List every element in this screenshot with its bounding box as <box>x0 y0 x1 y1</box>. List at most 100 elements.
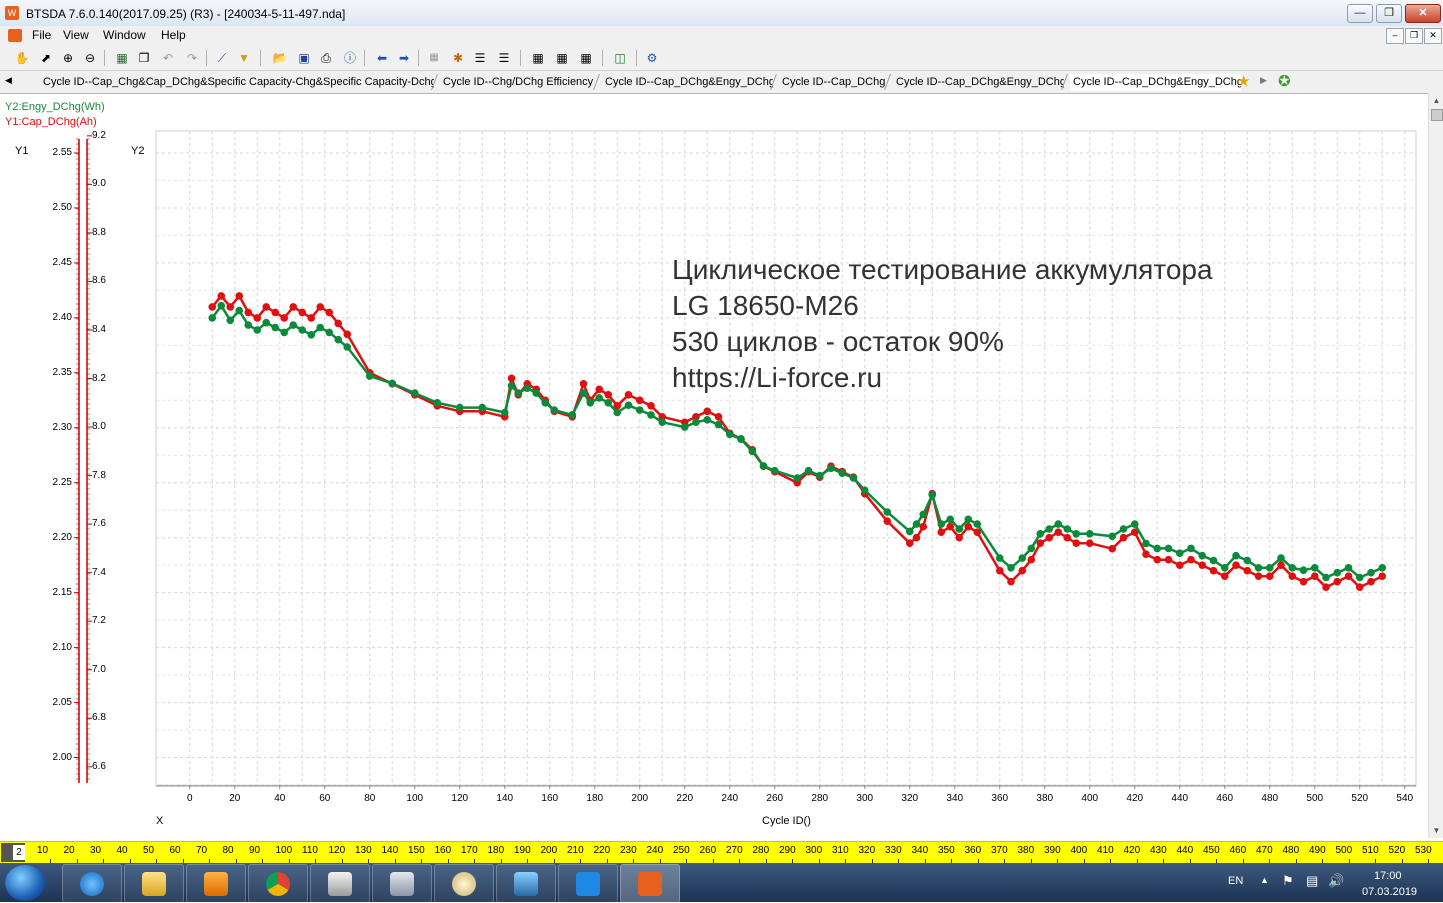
mdi-minimize-button[interactable]: – <box>1386 28 1404 44</box>
data-point-energy <box>388 379 397 388</box>
taskbar-explorer[interactable] <box>124 864 184 903</box>
reset-icon[interactable]: ▦ <box>114 50 130 66</box>
save-icon[interactable]: ▣ <box>296 50 312 66</box>
clock-time[interactable]: 17:00 <box>1374 870 1402 882</box>
tab-scroll-left-icon[interactable]: ◀ <box>5 75 12 86</box>
toolbar-separator <box>602 50 603 66</box>
arrow-right-icon[interactable]: ➡ <box>396 50 412 66</box>
vertical-scrollbar[interactable]: ▲ ▼ <box>1428 93 1443 838</box>
taskbar-ie[interactable] <box>62 864 122 903</box>
pointer-icon[interactable]: ⬈ <box>38 50 54 66</box>
redo-icon[interactable]: ↷ <box>184 50 200 66</box>
tab-cap-engy-3[interactable]: Cycle ID--Cap_DChg&Engy_DChg <box>1070 74 1241 91</box>
taskbar-calculator[interactable] <box>372 864 432 903</box>
menu-window[interactable]: Window <box>103 28 146 42</box>
line-icon[interactable]: ⟋ <box>214 50 230 66</box>
taskbar-paint[interactable] <box>434 864 494 903</box>
tab-efficiency[interactable]: Cycle ID--Chg/DChg Efficiency <box>440 74 596 91</box>
mdi-restore-button[interactable]: ❐ <box>1405 28 1423 44</box>
taskbar-chrome[interactable] <box>248 864 308 903</box>
language-indicator[interactable]: EN <box>1228 875 1243 887</box>
marker-icon[interactable]: ✱ <box>450 50 466 66</box>
data-point-energy <box>1299 566 1308 574</box>
scroll-thumb[interactable] <box>1431 109 1443 121</box>
undo-icon[interactable]: ↶ <box>160 50 176 66</box>
x-tick-label: 80 <box>364 793 376 804</box>
tab-cap-chg-dchg-specific[interactable]: Cycle ID--Cap_Chg&Cap_DChg&Specific Capa… <box>40 74 434 91</box>
flag-icon[interactable]: ⚑ <box>1282 873 1294 889</box>
ruler-label: 250 <box>673 845 690 856</box>
maximize-button[interactable]: ❐ <box>1376 4 1402 23</box>
data-point-energy <box>793 474 802 482</box>
taskbar-box-app[interactable] <box>310 864 370 903</box>
zoom-out-icon[interactable]: ⊖ <box>82 50 98 66</box>
media-icon <box>204 872 228 896</box>
scroll-up-icon[interactable]: ▲ <box>1429 93 1443 108</box>
mdi-close-button[interactable]: ✕ <box>1424 28 1442 44</box>
data-point-energy <box>912 520 921 528</box>
tab-cap-dchg[interactable]: Cycle ID--Cap_DChg <box>779 74 887 91</box>
taskbar-bts-client[interactable] <box>558 864 618 903</box>
star-icon[interactable]: ★ <box>1237 72 1250 90</box>
grid-icon[interactable]: ▦ <box>554 50 570 66</box>
data-point-capacity <box>647 402 655 410</box>
copy-icon[interactable]: ❐ <box>136 50 152 66</box>
arrow-left-icon[interactable]: ⬅ <box>374 50 390 66</box>
data-point-capacity <box>1254 572 1263 580</box>
ie-icon <box>80 872 104 896</box>
y2-tick-label: 7.6 <box>92 518 106 530</box>
network-icon[interactable]: ▤ <box>1306 873 1318 889</box>
add-tab-icon[interactable]: ✪ <box>1278 72 1291 90</box>
volume-icon[interactable]: 🔊 <box>1328 873 1344 889</box>
start-button[interactable] <box>5 865 45 901</box>
close-button[interactable]: ✕ <box>1405 4 1441 23</box>
clock-date[interactable]: 07.03.2019 <box>1362 886 1417 898</box>
menu-help[interactable]: Help <box>161 28 186 42</box>
tab-cap-engy-2[interactable]: Cycle ID--Cap_DChg&Engy_DChg <box>893 74 1064 91</box>
print-icon[interactable]: ⎙ <box>318 50 334 66</box>
tab-cap-engy-1[interactable]: Cycle ID--Cap_DChg&Engy_DChg <box>602 74 773 91</box>
list-icon[interactable]: ☰ <box>472 50 488 66</box>
taskbar-btsda[interactable] <box>620 864 680 903</box>
ruler-label: 160 <box>434 845 452 856</box>
ruler-position-handle[interactable]: 2 <box>1 843 25 862</box>
menu-file[interactable]: File <box>32 28 51 42</box>
scroll-down-icon[interactable]: ▼ <box>1429 823 1443 838</box>
open-folder-icon[interactable]: 📂 <box>272 50 288 66</box>
tab-scroll-right-icon[interactable]: ▶ <box>1260 75 1267 86</box>
ruler-label: 240 <box>646 845 664 856</box>
data-point-energy <box>455 403 464 412</box>
data-point-energy <box>827 464 835 473</box>
ruler-label: 100 <box>275 845 293 856</box>
data-point-energy <box>1164 544 1173 553</box>
data-point-capacity <box>1072 539 1081 547</box>
align-icon[interactable]: ☰ <box>496 50 512 66</box>
taskbar-media[interactable] <box>186 864 246 903</box>
tray-expand-icon[interactable]: ▲ <box>1260 875 1269 885</box>
data-point-capacity <box>325 308 334 317</box>
data-point-energy <box>1220 564 1229 572</box>
minimize-button[interactable]: — <box>1347 4 1373 23</box>
data-point-energy <box>849 474 858 482</box>
ruler-label: 290 <box>779 845 796 856</box>
ruler-label: 130 <box>355 845 372 856</box>
help-icon[interactable]: ⓘ <box>342 50 358 66</box>
data-point-capacity <box>1333 577 1342 586</box>
y1-tick-label: 2.50 <box>52 201 72 213</box>
filter-icon[interactable]: ▼ <box>236 50 252 66</box>
excel-export-icon[interactable]: ◫ <box>612 50 628 66</box>
hand-icon[interactable]: ✋ <box>14 50 30 66</box>
language-icon[interactable]: ▦ <box>426 50 442 66</box>
table-icon[interactable]: ▦ <box>530 50 546 66</box>
zoom-in-icon[interactable]: ⊕ <box>60 50 76 66</box>
cycle-ruler[interactable]: 2 10 20 30 40 50 60 70 80 90 100 110 120 130 140 150 16… <box>0 841 1443 864</box>
ruler-label: 520 <box>1388 845 1406 856</box>
taskbar-photo[interactable] <box>496 864 556 903</box>
settings-icon[interactable]: ⚙ <box>644 50 660 66</box>
calculator-icon <box>390 872 414 896</box>
layout-icon[interactable]: ▦ <box>578 50 594 66</box>
toolbar-separator <box>260 50 261 66</box>
data-point-energy <box>658 418 667 427</box>
data-point-energy <box>1063 525 1072 533</box>
menu-view[interactable]: View <box>63 28 89 42</box>
